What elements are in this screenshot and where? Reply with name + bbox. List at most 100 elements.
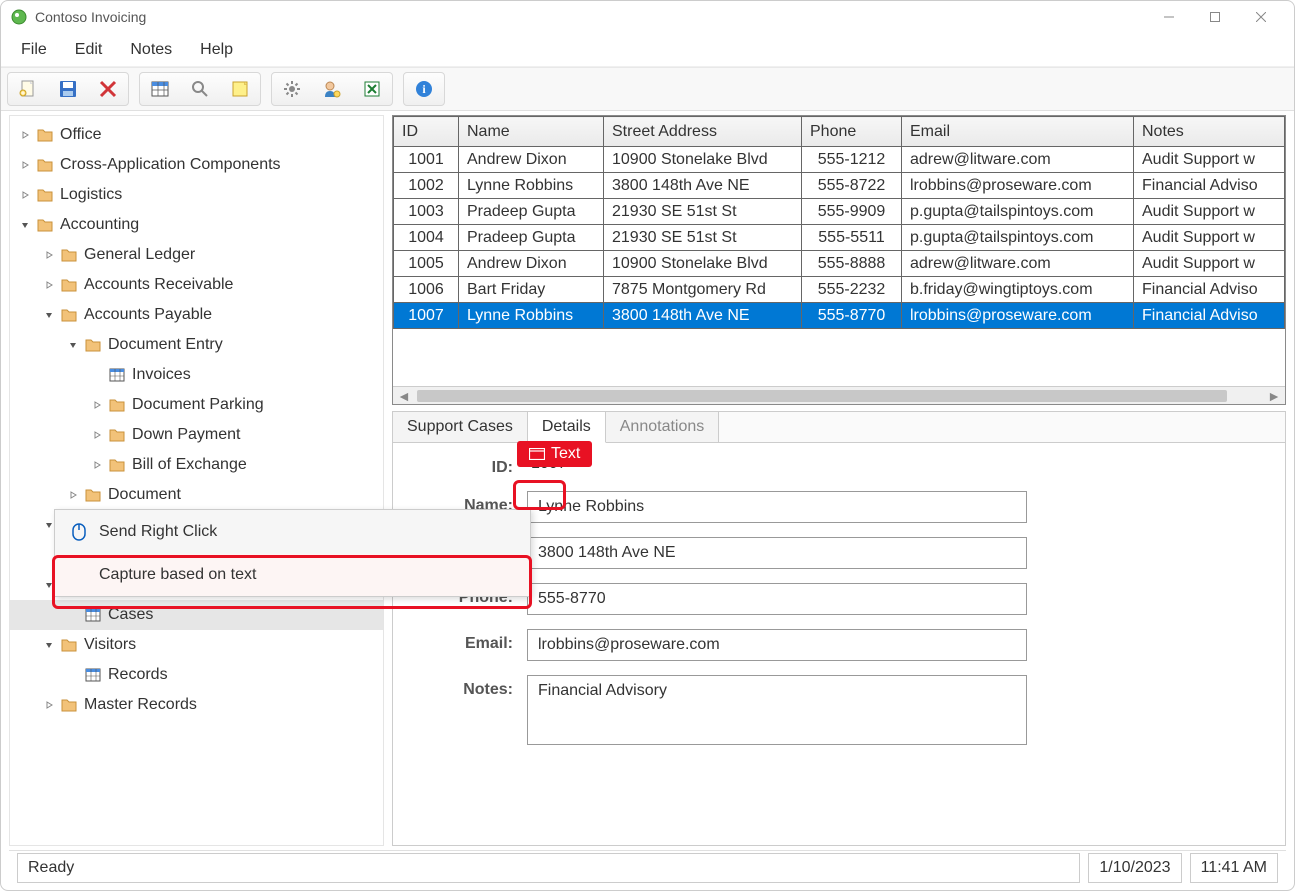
user-button[interactable] [312, 73, 352, 105]
tree-node-label: Bill of Exchange [132, 456, 247, 474]
table-cell-phone: 555-9909 [802, 199, 902, 225]
tree-node-master-records[interactable]: Master Records [10, 690, 383, 720]
mouse-icon [69, 522, 89, 542]
search-button[interactable] [180, 73, 220, 105]
tree-node-label: General Ledger [84, 246, 195, 264]
note-button[interactable] [220, 73, 260, 105]
grid-header-street[interactable]: Street Address [604, 117, 802, 147]
tree-node-accounts-receivable[interactable]: Accounts Receivable [10, 270, 383, 300]
table-cell-email: adrew@litware.com [902, 147, 1134, 173]
tree-node-down-payment[interactable]: Down Payment [10, 420, 383, 450]
menu-notes[interactable]: Notes [116, 35, 186, 65]
table-cell-street: 7875 Montgomery Rd [604, 277, 802, 303]
tree-node-cross-app[interactable]: Cross-Application Components [10, 150, 383, 180]
table-row[interactable]: 1004Pradeep Gupta21930 SE 51st St555-551… [394, 225, 1285, 251]
save-button[interactable] [48, 73, 88, 105]
table-row[interactable]: 1007Lynne Robbins3800 148th Ave NE555-87… [394, 303, 1285, 329]
tree-node-general-ledger[interactable]: General Ledger [10, 240, 383, 270]
data-grid[interactable]: ID Name Street Address Phone Email Notes… [392, 115, 1286, 405]
status-date: 1/10/2023 [1088, 853, 1181, 883]
excel-button[interactable] [352, 73, 392, 105]
tab-details[interactable]: Details [528, 412, 606, 443]
form-label-notes: Notes: [413, 675, 513, 699]
new-button[interactable] [8, 73, 48, 105]
table-cell-id: 1001 [394, 147, 459, 173]
table-row[interactable]: 1006Bart Friday7875 Montgomery Rd555-223… [394, 277, 1285, 303]
tab-support-cases[interactable]: Support Cases [393, 412, 528, 442]
app-title: Contoso Invoicing [35, 9, 146, 25]
tree-node-document[interactable]: Document [10, 480, 383, 510]
tree-node-label: Visitors [84, 636, 136, 654]
menu-edit[interactable]: Edit [61, 35, 117, 65]
menu-send-right-click[interactable]: Send Right Click [55, 510, 530, 554]
grid-header-phone[interactable]: Phone [802, 117, 902, 147]
text-badge: Text [517, 441, 592, 467]
scroll-left-icon[interactable]: ◄ [397, 388, 411, 404]
tab-annotations[interactable]: Annotations [606, 412, 720, 442]
grid-header-email[interactable]: Email [902, 117, 1134, 147]
tree-node-document-parking[interactable]: Document Parking [10, 390, 383, 420]
grid-header-notes[interactable]: Notes [1134, 117, 1285, 147]
title-bar: Contoso Invoicing [1, 1, 1294, 33]
tree-node-label: Cases [108, 606, 153, 624]
table-cell-id: 1004 [394, 225, 459, 251]
settings-button[interactable] [272, 73, 312, 105]
tree-node-accounts-payable[interactable]: Accounts Payable [10, 300, 383, 330]
tree-node-label: Document Parking [132, 396, 264, 414]
table-row[interactable]: 1001Andrew Dixon10900 Stonelake Blvd555-… [394, 147, 1285, 173]
tree-node-visitors[interactable]: Visitors [10, 630, 383, 660]
folder-icon [36, 156, 54, 174]
tree-node-bill-of-exchange[interactable]: Bill of Exchange [10, 450, 383, 480]
table-row[interactable]: 1002Lynne Robbins3800 148th Ave NE555-87… [394, 173, 1285, 199]
table-cell-id: 1005 [394, 251, 459, 277]
table-cell-email: adrew@litware.com [902, 251, 1134, 277]
minimize-button[interactable] [1146, 1, 1192, 33]
tree-node-invoices[interactable]: Invoices [10, 360, 383, 390]
tree-node-logistics[interactable]: Logistics [10, 180, 383, 210]
menu-help[interactable]: Help [186, 35, 247, 65]
status-time: 11:41 AM [1190, 853, 1278, 883]
app-window: Contoso Invoicing File Edit Notes Help [0, 0, 1295, 891]
table-cell-name: Bart Friday [459, 277, 604, 303]
form-field-email[interactable]: lrobbins@proseware.com [527, 629, 1027, 661]
menu-file[interactable]: File [7, 35, 61, 65]
table-cell-name: Andrew Dixon [459, 251, 604, 277]
menu-capture-based-on-text[interactable]: Capture based on text [55, 554, 530, 596]
app-icon [11, 9, 27, 25]
tree-node-office[interactable]: Office [10, 120, 383, 150]
delete-button[interactable] [88, 73, 128, 105]
form-field-name[interactable]: Lynne Robbins [527, 491, 1027, 523]
table-icon [108, 366, 126, 384]
table-cell-email: lrobbins@proseware.com [902, 303, 1134, 329]
tree-node-label: Cross-Application Components [60, 156, 281, 174]
grid-horizontal-scrollbar[interactable]: ◄ ► [393, 386, 1285, 404]
grid-header-name[interactable]: Name [459, 117, 604, 147]
form-field-notes[interactable]: Financial Advisory [527, 675, 1027, 745]
tree-node-document-entry[interactable]: Document Entry [10, 330, 383, 360]
tree-node-cases[interactable]: Cases [10, 600, 383, 630]
toolbar: i [1, 67, 1294, 111]
form-label-email: Email: [413, 629, 513, 653]
menu-item-label: Capture based on text [99, 566, 256, 584]
table-row[interactable]: 1005Andrew Dixon10900 Stonelake Blvd555-… [394, 251, 1285, 277]
table-cell-email: p.gupta@tailspintoys.com [902, 199, 1134, 225]
form-field-street[interactable]: 3800 148th Ave NE [527, 537, 1027, 569]
grid-header-id[interactable]: ID [394, 117, 459, 147]
tree-node-label: Records [108, 666, 168, 684]
maximize-button[interactable] [1192, 1, 1238, 33]
table-cell-notes: Audit Support w [1134, 251, 1285, 277]
tree-node-label: Accounts Payable [84, 306, 212, 324]
table-cell-notes: Financial Adviso [1134, 173, 1285, 199]
folder-icon [60, 696, 78, 714]
scroll-right-icon[interactable]: ► [1267, 388, 1281, 404]
tree-node-label: Accounting [60, 216, 139, 234]
table-button[interactable] [140, 73, 180, 105]
form-field-phone[interactable]: 555-8770 [527, 583, 1027, 615]
tree-node-accounting[interactable]: Accounting [10, 210, 383, 240]
navigation-tree[interactable]: Office Cross-Application Components Logist… [9, 115, 384, 846]
table-row[interactable]: 1003Pradeep Gupta21930 SE 51st St555-990… [394, 199, 1285, 225]
info-button[interactable]: i [404, 73, 444, 105]
tree-node-records[interactable]: Records [10, 660, 383, 690]
menu-item-label: Send Right Click [99, 523, 217, 541]
close-button[interactable] [1238, 1, 1284, 33]
